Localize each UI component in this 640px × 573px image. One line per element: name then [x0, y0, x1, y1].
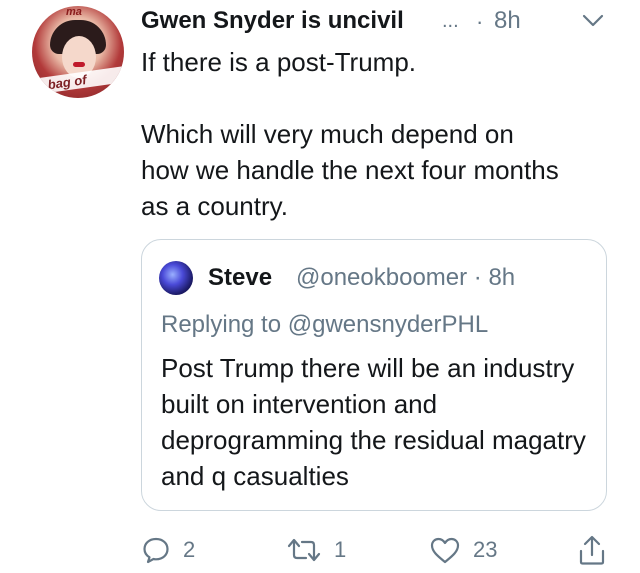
tweet-actions: 2 1 23	[141, 532, 621, 568]
separator-dot: ·	[476, 9, 484, 34]
chevron-down-icon[interactable]	[581, 11, 605, 31]
author-name[interactable]: Gwen Snyder is uncivil	[141, 7, 404, 35]
reply-count: 2	[183, 537, 196, 562]
replying-to[interactable]: Replying to @gwensnyderPHL	[161, 311, 488, 339]
retweet-count: 1	[334, 537, 347, 562]
quoted-tweet[interactable]: Steve @oneokboomer · 8h Replying to @gwe…	[141, 239, 607, 511]
tweet-text-paragraph-2: Which will very much depend on how we ha…	[141, 119, 559, 221]
tweet-header: Gwen Snyder is uncivil ... · 8h	[141, 5, 620, 37]
like-button[interactable]: 23	[429, 532, 497, 568]
share-icon	[579, 535, 605, 565]
avatar-lips	[73, 62, 85, 67]
like-icon	[430, 537, 460, 564]
like-count: 23	[473, 537, 498, 562]
retweet-icon	[287, 538, 321, 562]
tweet-time[interactable]: 8h	[494, 7, 521, 35]
quoted-author-avatar[interactable]	[159, 261, 193, 295]
share-button[interactable]	[577, 532, 607, 568]
quoted-author-handle-time[interactable]: @oneokboomer · 8h	[296, 264, 515, 292]
tweet-text-line-1: If there is a post-Trump.	[141, 47, 417, 77]
quoted-author-name[interactable]: Steve	[208, 264, 272, 292]
retweet-button[interactable]: 1	[286, 532, 346, 568]
author-avatar[interactable]: ma a bag of	[32, 6, 124, 98]
quoted-tweet-text: Post Trump there will be an industry bui…	[161, 353, 586, 491]
avatar-top-text: ma	[66, 6, 82, 18]
reply-button[interactable]: 2	[141, 532, 195, 568]
name-ellipsis: ...	[442, 10, 459, 32]
tweet-text: If there is a post-Trump. Which will ver…	[141, 44, 621, 224]
reply-icon	[143, 537, 169, 564]
